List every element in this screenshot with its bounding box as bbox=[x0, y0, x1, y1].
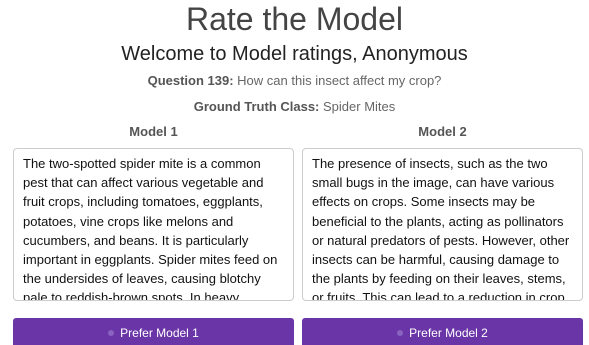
model-2-answer[interactable]: The presence of insects, such as the two… bbox=[302, 148, 583, 301]
prefer-model-2-label: Prefer Model 2 bbox=[409, 326, 488, 340]
model-1-label: Model 1 bbox=[129, 124, 178, 139]
prefer-model-2-button[interactable]: Prefer Model 2 bbox=[302, 318, 583, 345]
question-label: Question 139: bbox=[147, 73, 234, 88]
ground-truth-value: Spider Mites bbox=[323, 99, 396, 114]
model-1-column: Model 1 The two-spotted spider mite is a… bbox=[13, 124, 294, 301]
prefer-model-1-button[interactable]: Prefer Model 1 bbox=[13, 318, 294, 345]
prefer-model-1-label: Prefer Model 1 bbox=[120, 326, 199, 340]
welcome-message: Welcome to Model ratings, Anonymous bbox=[121, 43, 468, 65]
question-line: Question 139: How can this insect affect… bbox=[0, 72, 589, 90]
check-icon bbox=[108, 329, 115, 336]
ground-truth-label: Ground Truth Class: bbox=[193, 99, 320, 114]
model-2-label: Model 2 bbox=[418, 124, 467, 139]
model-1-answer[interactable]: The two-spotted spider mite is a common … bbox=[13, 148, 294, 301]
check-icon bbox=[397, 329, 404, 336]
question-text: How can this insect affect my crop? bbox=[237, 73, 442, 88]
ground-truth-line: Ground Truth Class: Spider Mites bbox=[0, 98, 589, 116]
page-title: Rate the Model bbox=[185, 1, 403, 37]
rating-page: Rate the Model Welcome to Model ratings,… bbox=[0, 0, 589, 345]
model-2-column: Model 2 The presence of insects, such as… bbox=[302, 124, 583, 301]
